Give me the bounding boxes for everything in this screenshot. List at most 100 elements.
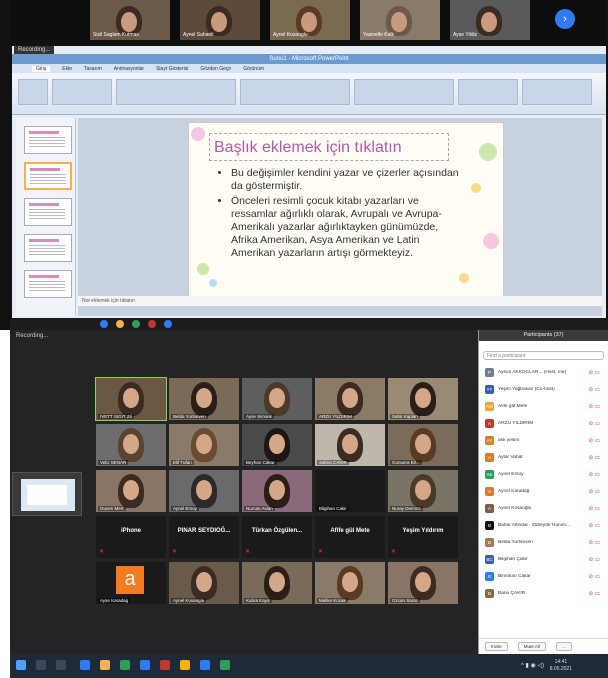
slide-thumbnail-selected[interactable]	[24, 162, 72, 190]
video-tile[interactable]: Veliz SENAR	[96, 424, 166, 466]
find-participant-input[interactable]: Find a participant	[483, 351, 604, 360]
zoom-icon[interactable]	[200, 660, 210, 670]
video-tile[interactable]: Beyhan Cakar	[242, 424, 312, 466]
participant-row[interactable]: AY ask yesim ⊘ ▭	[479, 432, 608, 449]
name-only-tile[interactable]: Yeşim Yıldırım ✕	[388, 516, 458, 558]
name-only-tile[interactable]: iPhone ✕	[96, 516, 166, 558]
slide-thumbnail[interactable]	[24, 234, 72, 262]
tab-giris[interactable]: Giriş	[32, 65, 51, 72]
video-tile[interactable]: Gonuera Bil...	[388, 424, 458, 466]
muted-mic-icon[interactable]: ⊘ ▭	[589, 455, 600, 461]
next-page-arrow-icon[interactable]: ›	[555, 9, 575, 29]
font-group[interactable]	[116, 79, 236, 105]
tab-ekle[interactable]: Ekle	[62, 66, 72, 72]
muted-mic-icon[interactable]: ⊘ ▭	[589, 523, 600, 529]
tab-tasarim[interactable]: Tasarım	[84, 66, 102, 72]
paste-button[interactable]	[18, 79, 48, 105]
participant-row[interactable]: B Banu ÇAKIR ⊘ ▭	[479, 585, 608, 602]
excel-icon[interactable]	[220, 660, 230, 670]
paragraph-group[interactable]	[240, 79, 350, 105]
video-tile[interactable]: Ozcan Sarac	[388, 562, 458, 604]
mute-all-button[interactable]: Mute All	[517, 642, 546, 651]
name-only-tile[interactable]: Türkan Özgülen... ✕	[242, 516, 312, 558]
video-tile[interactable]: Nuray Demirci	[388, 470, 458, 512]
tab-gorunum[interactable]: Görünüm	[243, 66, 264, 72]
participant-row[interactable]: A Aytar Vahat ⊘ ▭	[479, 449, 608, 466]
participant-row[interactable]: B Belda Yurtseven ⊘ ▭	[479, 534, 608, 551]
participant-row[interactable]: B Binnihan Cakar ⊘ ▭	[479, 568, 608, 585]
video-tile[interactable]: Nurcan Aslan	[242, 470, 312, 512]
name-only-tile[interactable]: PINAR SEYDIOĞ... ✕	[169, 516, 239, 558]
muted-mic-icon[interactable]: ⊘ ▭	[589, 557, 600, 563]
participant-row[interactable]: A ARZU YILDIRIM ⊘ ▭	[479, 415, 608, 432]
editing-group[interactable]	[522, 79, 592, 105]
participant-row[interactable]: AE Aynel Ersoy ⊘ ▭	[479, 466, 608, 483]
notes-pane[interactable]: Not eklemek için tıklatın	[78, 296, 602, 306]
video-tile[interactable]: ARZU YILDIRIM	[315, 378, 385, 420]
clock[interactable]: 14:41 8.05.2021	[550, 659, 572, 673]
participant-row[interactable]: B Bahar Altindal - Zübeyde Hanım... ⊘ ▭	[479, 517, 608, 534]
video-tile[interactable]: Salma CAKIR	[315, 424, 385, 466]
strip-video-tile[interactable]: Yasinelle Kalk	[360, 0, 440, 40]
participant-row[interactable]: P Aysun AKKOCLAR... (Host, me) ⊘ ▭	[479, 364, 608, 381]
muted-mic-icon[interactable]: ⊘ ▭	[589, 387, 600, 393]
video-tile[interactable]: Guven Mert	[96, 470, 166, 512]
tab-gozden-gecir[interactable]: Gözden Geçir	[200, 66, 231, 72]
muted-mic-icon[interactable]: ⊘ ▭	[589, 404, 600, 410]
muted-mic-icon[interactable]: ⊘ ▭	[589, 574, 600, 580]
video-tile[interactable]: IVETT SIGIT Zil	[95, 377, 167, 421]
start-icon[interactable]	[16, 660, 26, 670]
participant-row[interactable]: A Aynel Karadağ ⊘ ▭	[479, 483, 608, 500]
video-tile[interactable]: Ayse Simsek	[242, 378, 312, 420]
slide-thumbnail[interactable]	[24, 126, 72, 154]
video-tile[interactable]: a Ayse Karadag	[96, 562, 166, 604]
search-icon[interactable]	[36, 660, 46, 670]
folder-icon[interactable]	[100, 660, 110, 670]
muted-mic-icon[interactable]: ⊘ ▭	[589, 540, 600, 546]
edge-icon[interactable]	[80, 660, 90, 670]
tab-slayt-gosterisi[interactable]: Slayt Gösterisi	[156, 66, 188, 72]
muted-mic-icon[interactable]: ⊘ ▭	[589, 438, 600, 444]
system-tray-icons[interactable]: ^ ▮ ◉ ◁)	[521, 662, 544, 669]
muted-mic-icon[interactable]: ⊘ ▭	[589, 591, 600, 597]
muted-mic-icon[interactable]: ⊘ ▭	[589, 489, 600, 495]
video-tile[interactable]: Aynel Kosaoglu	[169, 562, 239, 604]
video-tile[interactable]: Melike Kocak	[315, 562, 385, 604]
tab-animasyonlar[interactable]: Animasyonlar	[114, 66, 144, 72]
video-tile[interactable]: Elif Tufan	[169, 424, 239, 466]
video-tile[interactable]: Bilgihan Cakir	[315, 470, 385, 512]
muted-mic-icon[interactable]: ⊘ ▭	[589, 506, 600, 512]
quick-styles-button[interactable]	[458, 79, 518, 105]
participant-row[interactable]: AM Afife gül Mete ⊘ ▭	[479, 398, 608, 415]
slide-title-placeholder[interactable]: Başlık eklemek için tıklatın	[209, 133, 449, 161]
invite-button[interactable]: Invite	[485, 642, 508, 651]
chrome-icon[interactable]	[180, 660, 190, 670]
strip-video-tile[interactable]: Aynel Kosaoglu	[270, 0, 350, 40]
slides-group[interactable]	[52, 79, 112, 105]
mail-icon[interactable]	[140, 660, 150, 670]
participant-row[interactable]: YY Yeşim Yağbasan (Co-host) ⊘ ▭	[479, 381, 608, 398]
muted-mic-icon[interactable]: ⊘ ▭	[589, 421, 600, 427]
current-slide[interactable]: Başlık eklemek için tıklatın Bu değişiml…	[188, 122, 504, 298]
store-icon[interactable]	[120, 660, 130, 670]
strip-video-tile[interactable]: Sizil Saglam Kutmas	[90, 0, 170, 40]
name-only-tile[interactable]: Afife gül Mete ✕	[315, 516, 385, 558]
video-tile[interactable]: Belda Yurtseven	[169, 378, 239, 420]
participant-row[interactable]: BC Bilgihan Çakır ⊘ ▭	[479, 551, 608, 568]
slide-thumbnail[interactable]	[24, 270, 72, 298]
app-icon[interactable]	[160, 660, 170, 670]
strip-video-tile[interactable]: Aynel Sahanli	[180, 0, 260, 40]
participant-row[interactable]: A Aynel Kosaoğlu ⊘ ▭	[479, 500, 608, 517]
screen-share-thumbnail[interactable]	[12, 472, 82, 516]
video-tile[interactable]: Aynel Ersoy	[169, 470, 239, 512]
drawing-group[interactable]	[354, 79, 454, 105]
video-tile[interactable]: Kubra Kaya	[242, 562, 312, 604]
more-button[interactable]: ...	[555, 642, 572, 651]
video-tile[interactable]: Sahir Kaplan	[388, 378, 458, 420]
strip-video-tile[interactable]: Ayse Yildiz	[450, 0, 530, 40]
muted-mic-icon[interactable]: ⊘ ▭	[589, 472, 600, 478]
task-view-icon[interactable]	[56, 660, 66, 670]
slide-body[interactable]: Bu değişimler kendini yazar ve çizerler …	[219, 167, 459, 262]
slide-thumbnail[interactable]	[24, 198, 72, 226]
muted-mic-icon[interactable]: ⊘ ▭	[589, 370, 600, 376]
